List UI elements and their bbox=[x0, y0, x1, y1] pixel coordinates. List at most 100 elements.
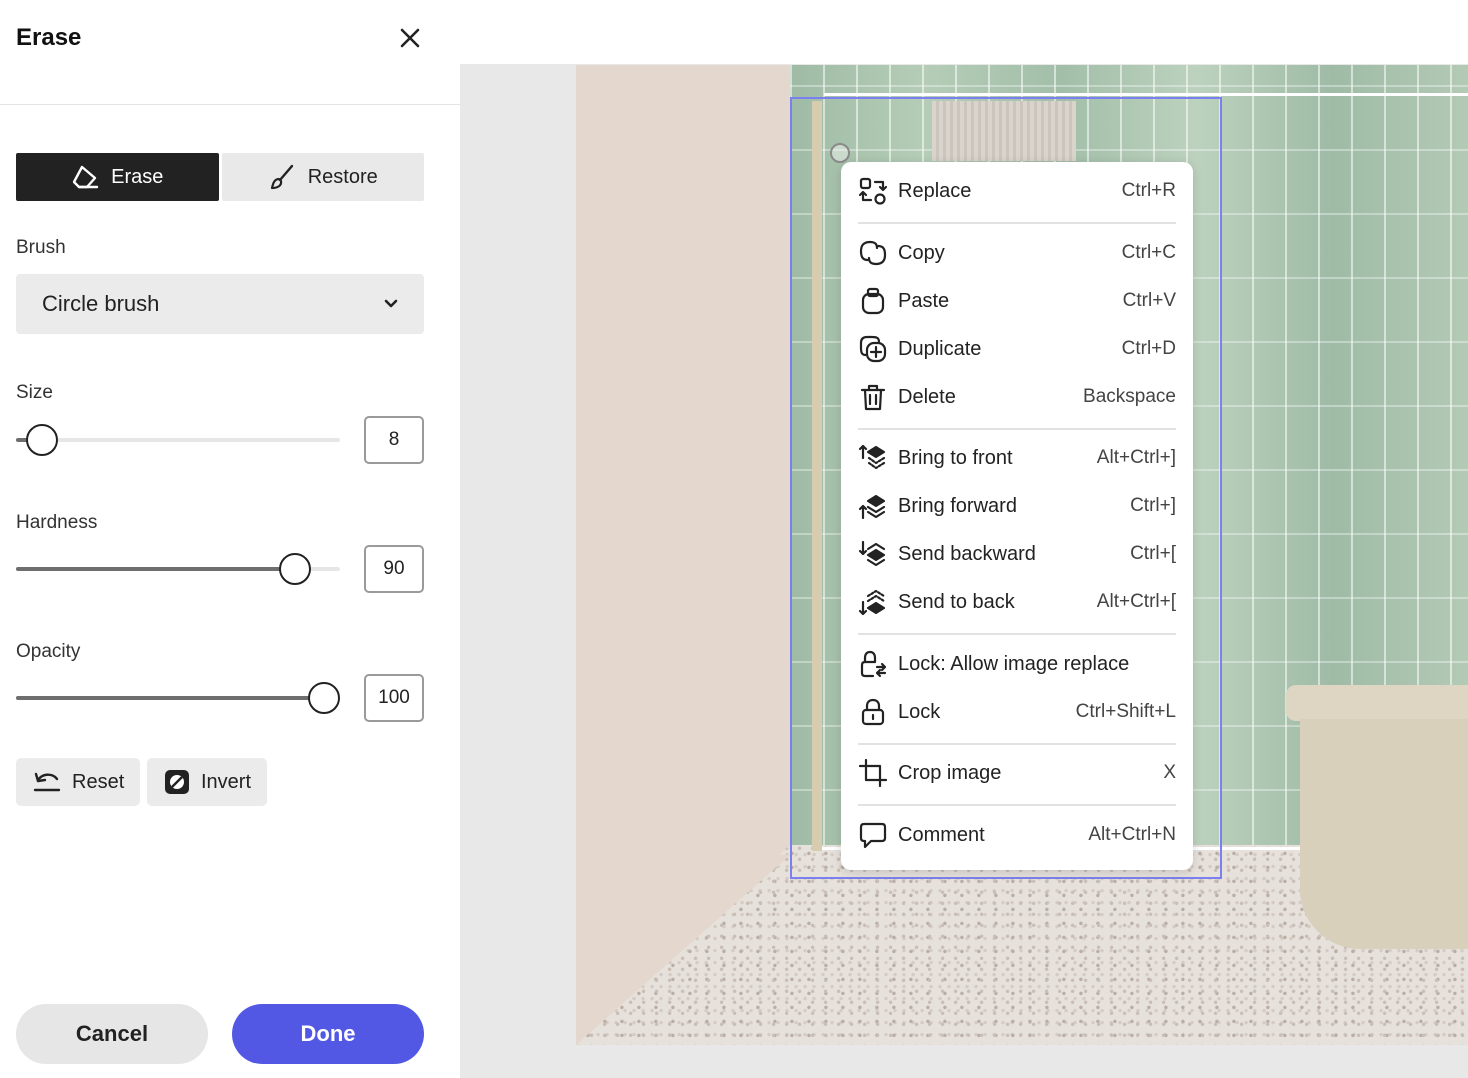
hardness-label: Hardness bbox=[16, 512, 98, 533]
reset-label: Reset bbox=[72, 770, 125, 793]
cancel-button[interactable]: Cancel bbox=[16, 1004, 208, 1064]
brush-label: Brush bbox=[16, 237, 66, 258]
toilet-body-image bbox=[1300, 719, 1468, 949]
trash-icon bbox=[858, 382, 888, 412]
menu-shortcut: Ctrl+D bbox=[1121, 338, 1176, 359]
size-input[interactable]: 8 bbox=[364, 416, 424, 464]
mode-toggle: Erase Restore bbox=[16, 153, 424, 201]
menu-label: Bring to front bbox=[898, 446, 1013, 469]
menu-divider bbox=[858, 222, 1176, 224]
shelf-line bbox=[824, 93, 1468, 96]
menu-divider bbox=[858, 743, 1176, 745]
panel-title: Erase bbox=[16, 24, 82, 51]
menu-label: Send backward bbox=[898, 542, 1036, 565]
menu-shortcut: Alt+Ctrl+[ bbox=[1096, 591, 1176, 612]
opacity-slider-fill bbox=[16, 696, 324, 700]
menu-divider bbox=[858, 804, 1176, 806]
hardness-slider-fill bbox=[16, 567, 295, 571]
menu-label: Replace bbox=[898, 179, 972, 202]
menu-item-duplicate[interactable]: Duplicate Ctrl+D bbox=[858, 329, 1176, 369]
brush-select-value: Circle brush bbox=[42, 291, 160, 316]
bring-forward-icon bbox=[858, 491, 888, 521]
size-label: Size bbox=[16, 382, 53, 403]
opacity-label: Opacity bbox=[16, 641, 81, 662]
done-button[interactable]: Done bbox=[232, 1004, 424, 1064]
menu-label: Duplicate bbox=[898, 337, 982, 360]
menu-divider bbox=[858, 428, 1176, 430]
context-menu: Replace Ctrl+R Copy Ctrl+C Paste Ctrl+V bbox=[841, 162, 1193, 870]
menu-label: Lock: Allow image replace bbox=[898, 652, 1130, 675]
replace-icon bbox=[858, 176, 888, 206]
lock-replace-icon bbox=[858, 649, 888, 679]
menu-label: Lock bbox=[898, 700, 941, 723]
menu-label: Copy bbox=[898, 241, 945, 264]
menu-item-crop-image[interactable]: Crop image X bbox=[858, 753, 1176, 793]
menu-shortcut: Alt+Ctrl+N bbox=[1088, 824, 1176, 845]
comment-icon bbox=[858, 820, 888, 850]
menu-item-bring-to-front[interactable]: Bring to front Alt+Ctrl+] bbox=[858, 438, 1176, 478]
menu-item-copy[interactable]: Copy Ctrl+C bbox=[858, 233, 1176, 273]
bring-to-front-icon bbox=[858, 443, 888, 473]
invert-button[interactable]: Invert bbox=[147, 758, 268, 806]
reset-button[interactable]: Reset bbox=[16, 758, 141, 806]
opacity-input[interactable]: 100 bbox=[364, 674, 424, 722]
menu-shortcut: Ctrl+V bbox=[1122, 290, 1176, 311]
copy-icon bbox=[858, 238, 888, 268]
size-slider[interactable] bbox=[16, 424, 340, 456]
menu-item-lock[interactable]: Lock Ctrl+Shift+L bbox=[858, 692, 1176, 732]
menu-item-delete[interactable]: Delete Backspace bbox=[858, 377, 1176, 417]
menu-label: Delete bbox=[898, 385, 956, 408]
lock-icon bbox=[858, 697, 888, 727]
menu-item-paste[interactable]: Paste Ctrl+V bbox=[858, 281, 1176, 321]
toilet-tank-image bbox=[1286, 685, 1468, 721]
opacity-slider-thumb[interactable] bbox=[307, 682, 340, 714]
menu-item-send-backward[interactable]: Send backward Ctrl+[ bbox=[858, 534, 1176, 574]
menu-divider bbox=[858, 633, 1176, 635]
menu-item-send-to-back[interactable]: Send to back Alt+Ctrl+[ bbox=[858, 582, 1176, 622]
panel-header: Erase bbox=[0, 0, 460, 105]
size-slider-thumb[interactable] bbox=[25, 424, 58, 456]
send-to-back-icon bbox=[858, 587, 888, 617]
menu-shortcut: Ctrl+R bbox=[1121, 180, 1176, 201]
menu-shortcut: Ctrl+Shift+L bbox=[1075, 701, 1176, 722]
hardness-input[interactable]: 90 bbox=[364, 545, 424, 593]
paste-icon bbox=[858, 286, 888, 316]
erase-mode-button[interactable]: Erase bbox=[16, 153, 219, 201]
menu-shortcut: Ctrl+[ bbox=[1130, 543, 1176, 564]
menu-label: Crop image bbox=[898, 761, 1002, 784]
restore-mode-button[interactable]: Restore bbox=[221, 153, 424, 201]
chevron-down-icon bbox=[384, 299, 398, 308]
invert-icon bbox=[165, 770, 189, 794]
erase-panel: Erase Erase Restore Brush Circle brush S… bbox=[0, 0, 460, 1078]
close-icon bbox=[400, 28, 420, 48]
menu-item-lock-allow-replace[interactable]: Lock: Allow image replace bbox=[858, 644, 1176, 684]
menu-item-bring-forward[interactable]: Bring forward Ctrl+] bbox=[858, 486, 1176, 526]
menu-label: Comment bbox=[898, 823, 985, 846]
menu-label: Bring forward bbox=[898, 494, 1017, 517]
brush-select[interactable]: Circle brush bbox=[16, 274, 424, 334]
hardness-slider-thumb[interactable] bbox=[278, 553, 311, 585]
brush-icon bbox=[270, 164, 293, 190]
eraser-icon bbox=[72, 165, 99, 189]
menu-item-replace[interactable]: Replace Ctrl+R bbox=[858, 171, 1176, 211]
crop-icon bbox=[858, 758, 888, 788]
invert-label: Invert bbox=[201, 770, 252, 793]
menu-shortcut: Ctrl+] bbox=[1130, 495, 1176, 516]
duplicate-icon bbox=[858, 334, 888, 364]
menu-item-comment[interactable]: Comment Alt+Ctrl+N bbox=[858, 815, 1176, 855]
menu-shortcut: Backspace bbox=[1083, 386, 1176, 407]
menu-shortcut: Alt+Ctrl+] bbox=[1096, 447, 1176, 468]
menu-label: Send to back bbox=[898, 590, 1015, 613]
restore-mode-label: Restore bbox=[307, 165, 378, 188]
menu-shortcut: Ctrl+C bbox=[1121, 242, 1176, 263]
close-button[interactable] bbox=[394, 22, 426, 54]
canvas-top-bar bbox=[460, 0, 1468, 64]
menu-label: Paste bbox=[898, 289, 950, 312]
hardness-slider[interactable] bbox=[16, 553, 340, 585]
send-backward-icon bbox=[858, 539, 888, 569]
opacity-slider[interactable] bbox=[16, 682, 340, 714]
undo-icon bbox=[33, 772, 61, 792]
rotate-handle[interactable] bbox=[830, 143, 850, 163]
menu-shortcut: X bbox=[1163, 762, 1176, 783]
erase-mode-label: Erase bbox=[111, 165, 164, 188]
